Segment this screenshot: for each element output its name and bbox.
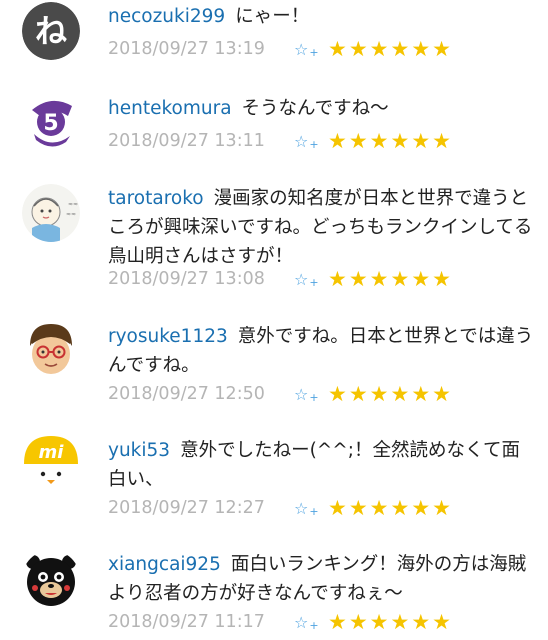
comment-text: xiangcai925 面白いランキング！海外の方は海賊より忍者の方が好きなんです…: [108, 554, 527, 604]
star-icon[interactable]: ★: [370, 381, 389, 407]
star-list: ★ ★ ★ ★ ★ ★: [328, 381, 453, 407]
star-icon[interactable]: ★: [411, 36, 430, 62]
add-star-button[interactable]: ☆ +: [294, 40, 320, 59]
timestamp[interactable]: 2018/09/27 11:17: [108, 612, 288, 632]
star-icon[interactable]: ★: [390, 495, 409, 521]
star-icon[interactable]: ★: [390, 128, 409, 154]
avatar[interactable]: ≈≈ ≈≈: [22, 184, 80, 242]
star-icon[interactable]: ★: [432, 495, 451, 521]
star-icon[interactable]: ★: [411, 381, 430, 407]
star-icon[interactable]: ★: [390, 381, 409, 407]
timestamp[interactable]: 2018/09/27 13:19: [108, 39, 288, 59]
svg-text:5: 5: [43, 111, 58, 136]
cat-character-icon: ね: [22, 2, 80, 60]
yellow-bird-icon: mi: [22, 434, 80, 492]
star-icon[interactable]: ★: [432, 36, 451, 62]
star-icon[interactable]: ★: [432, 609, 451, 635]
black-bear-icon: [22, 550, 80, 608]
star-icon[interactable]: ★: [411, 266, 430, 292]
star-list: ★ ★ ★ ★ ★ ★: [328, 128, 453, 154]
username-link[interactable]: necozuki299: [108, 6, 225, 27]
star-icon[interactable]: ★: [411, 495, 430, 521]
star-icon[interactable]: ★: [390, 609, 409, 635]
star-icon[interactable]: ★: [370, 36, 389, 62]
star-list: ★ ★ ★ ★ ★ ★: [328, 266, 453, 292]
add-star-button[interactable]: ☆ +: [294, 613, 320, 632]
comment-text: necozuki299 にゃー！: [108, 6, 310, 27]
star-icon[interactable]: ★: [390, 266, 409, 292]
svg-text:ね: ね: [35, 12, 67, 50]
comment-text: tarotaroko 漫画家の知名度が日本と世界で違うところが興味深いですね。どっ…: [108, 188, 533, 267]
star-icon[interactable]: ★: [349, 36, 368, 62]
star-icon[interactable]: ★: [370, 609, 389, 635]
star-icon[interactable]: ★: [411, 609, 430, 635]
star-icon[interactable]: ★: [370, 495, 389, 521]
star-icon[interactable]: ★: [432, 381, 451, 407]
star-icon[interactable]: ★: [328, 128, 347, 154]
username-link[interactable]: yuki53: [108, 440, 170, 461]
username-link[interactable]: ryosuke1123: [108, 326, 228, 347]
star-icon[interactable]: ★: [328, 495, 347, 521]
star-icon[interactable]: ★: [411, 128, 430, 154]
timestamp[interactable]: 2018/09/27 13:08: [108, 269, 288, 289]
add-star-button[interactable]: ☆ +: [294, 132, 320, 151]
star-icon[interactable]: ★: [390, 36, 409, 62]
star-icon[interactable]: ★: [370, 266, 389, 292]
star-icon[interactable]: ★: [328, 609, 347, 635]
username-link[interactable]: tarotaroko: [108, 188, 204, 209]
star-icon[interactable]: ★: [328, 381, 347, 407]
timestamp[interactable]: 2018/09/27 12:27: [108, 498, 288, 518]
star-list: ★ ★ ★ ★ ★ ★: [328, 609, 453, 635]
avatar[interactable]: 5: [22, 92, 80, 150]
star-icon[interactable]: ★: [328, 266, 347, 292]
add-star-button[interactable]: ☆ +: [294, 270, 320, 289]
star-icon[interactable]: ★: [432, 266, 451, 292]
username-link[interactable]: hentekomura: [108, 98, 232, 119]
star-icon[interactable]: ★: [349, 266, 368, 292]
username-link[interactable]: xiangcai925: [108, 554, 221, 575]
comment-text: yuki53 意外でしたねー(^^;！全然読めなくて面白い、: [108, 440, 520, 490]
comment-text: hentekomura そうなんですね～: [108, 98, 389, 119]
star-list: ★ ★ ★ ★ ★ ★: [328, 495, 453, 521]
add-star-button[interactable]: ☆ +: [294, 499, 320, 518]
svg-text:≈≈: ≈≈: [66, 211, 76, 218]
timestamp[interactable]: 2018/09/27 13:11: [108, 131, 288, 151]
add-star-button[interactable]: ☆ +: [294, 385, 320, 404]
star-icon[interactable]: ★: [349, 128, 368, 154]
svg-text:≈≈: ≈≈: [68, 201, 78, 208]
purple-number-icon: 5: [22, 92, 80, 150]
star-icon[interactable]: ★: [349, 495, 368, 521]
svg-text:mi: mi: [39, 442, 65, 463]
avatar[interactable]: [22, 550, 80, 608]
avatar[interactable]: mi: [22, 434, 80, 492]
man-with-glasses-icon: [22, 320, 80, 378]
star-icon[interactable]: ★: [349, 609, 368, 635]
avatar[interactable]: ね: [22, 2, 80, 60]
comment-text: ryosuke1123 意外ですね。日本と世界とでは違うんですね。: [108, 326, 534, 376]
child-drawing-icon: ≈≈ ≈≈: [22, 184, 80, 242]
star-list: ★ ★ ★ ★ ★ ★: [328, 36, 453, 62]
avatar[interactable]: [22, 320, 80, 378]
star-icon[interactable]: ★: [370, 128, 389, 154]
star-icon[interactable]: ★: [432, 128, 451, 154]
star-icon[interactable]: ★: [328, 36, 347, 62]
star-icon[interactable]: ★: [349, 381, 368, 407]
timestamp[interactable]: 2018/09/27 12:50: [108, 384, 288, 404]
